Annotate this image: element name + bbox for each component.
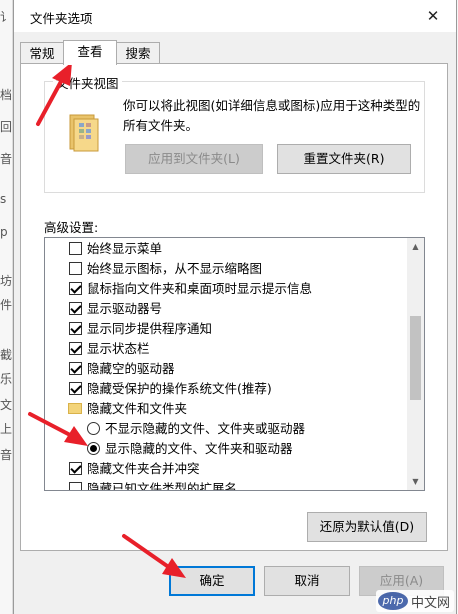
watermark: php 中文网 xyxy=(376,590,454,612)
dialog-title: 文件夹选项 xyxy=(30,11,93,26)
tab-search[interactable]: 搜索 xyxy=(116,42,160,64)
background-text: 乐 xyxy=(0,372,12,386)
checkbox-checked[interactable] xyxy=(69,462,82,475)
background-text: 音 xyxy=(0,152,12,166)
checkbox-unchecked[interactable] xyxy=(69,482,82,490)
scroll-down-icon[interactable]: ▼ xyxy=(407,473,424,490)
checkbox-checked[interactable] xyxy=(69,322,82,335)
folder-views-group: 文件夹视图 你可以将此视图(如详细信息或图标)应用于这种类型的所有文件夹。 应用… xyxy=(44,73,425,193)
setting-label: 显示同步提供程序通知 xyxy=(87,321,213,336)
scroll-up-icon[interactable]: ▲ xyxy=(407,238,424,255)
background-text: 坊 xyxy=(0,274,12,288)
background-text: 文 xyxy=(0,398,12,412)
radio-unselected[interactable] xyxy=(87,422,100,435)
background-text: 音 xyxy=(0,448,12,462)
checkbox-checked[interactable] xyxy=(69,382,82,395)
setting-label: 隐藏文件和文件夹 xyxy=(87,401,188,416)
radio-selected[interactable] xyxy=(87,442,100,455)
vertical-scrollbar[interactable]: ▲ ▼ xyxy=(407,238,424,490)
background-text: 讠 xyxy=(0,10,12,24)
setting-label: 显示驱动器号 xyxy=(87,301,163,316)
setting-label: 显示状态栏 xyxy=(87,341,150,356)
background-text: 件 xyxy=(0,298,12,312)
cancel-button[interactable]: 取消 xyxy=(264,566,350,596)
folder-icon xyxy=(68,403,82,414)
tab-view[interactable]: 查看 xyxy=(63,40,117,65)
setting-label: 始终显示菜单 xyxy=(87,241,163,256)
group-title: 文件夹视图 xyxy=(53,73,122,92)
background-text: p xyxy=(0,225,8,239)
checkbox-unchecked[interactable] xyxy=(69,242,82,255)
background-text: 上 xyxy=(0,422,12,436)
folder-icon xyxy=(69,114,99,152)
scroll-thumb[interactable] xyxy=(410,316,421,400)
folder-options-dialog: 文件夹选项 ✕ 常规 查看 搜索 文件夹视图 你可以将此视图(如详细信息或图标)… xyxy=(13,0,457,614)
ok-button[interactable]: 确定 xyxy=(169,566,255,596)
checkbox-checked[interactable] xyxy=(69,342,82,355)
checkbox-checked[interactable] xyxy=(69,282,82,295)
setting-label: 始终显示图标，从不显示缩略图 xyxy=(87,261,263,276)
setting-label: 鼠标指向文件夹和桌面项时显示提示信息 xyxy=(87,281,313,296)
background-text: 回 xyxy=(0,120,12,134)
background-window-left-edge: 讠 档 回 音 s p 坊 件 截 乐 文 上 音 xyxy=(0,0,13,614)
background-text: 截 xyxy=(0,348,12,362)
advanced-settings-list[interactable]: 始终显示菜单始终显示图标，从不显示缩略图鼠标指向文件夹和桌面项时显示提示信息 显示… xyxy=(44,237,425,491)
restore-defaults-button[interactable]: 还原为默认值(D) xyxy=(307,512,427,542)
close-icon[interactable]: ✕ xyxy=(418,4,448,28)
advanced-settings-label: 高级设置: xyxy=(44,220,99,235)
background-text: s xyxy=(0,192,7,206)
background-text: 档 xyxy=(0,88,12,102)
setting-label: 不显示隐藏的文件、文件夹或驱动器 xyxy=(105,421,306,436)
tab-general[interactable]: 常规 xyxy=(20,42,64,64)
reset-folders-button[interactable]: 重置文件夹(R) xyxy=(277,144,411,174)
setting-label: 隐藏文件夹合并冲突 xyxy=(87,461,200,476)
watermark-text: 中文网 xyxy=(411,596,451,611)
view-tab-panel: 文件夹视图 你可以将此视图(如详细信息或图标)应用于这种类型的所有文件夹。 应用… xyxy=(20,63,448,551)
checkbox-unchecked[interactable] xyxy=(69,262,82,275)
setting-label: 隐藏受保护的操作系统文件(推荐) xyxy=(87,381,272,396)
title-bar: 文件夹选项 ✕ xyxy=(14,0,456,32)
setting-label: 显示隐藏的文件、文件夹和驱动器 xyxy=(105,441,293,456)
setting-label: 隐藏空的驱动器 xyxy=(87,361,175,376)
folder-views-description: 你可以将此视图(如详细信息或图标)应用于这种类型的所有文件夹。 xyxy=(123,98,421,133)
setting-label: 隐藏已知文件类型的扩展名 xyxy=(87,481,238,491)
checkbox-checked[interactable] xyxy=(69,362,82,375)
php-logo-icon: php xyxy=(378,592,408,610)
apply-to-folders-button[interactable]: 应用到文件夹(L) xyxy=(125,144,263,174)
checkbox-checked[interactable] xyxy=(69,302,82,315)
